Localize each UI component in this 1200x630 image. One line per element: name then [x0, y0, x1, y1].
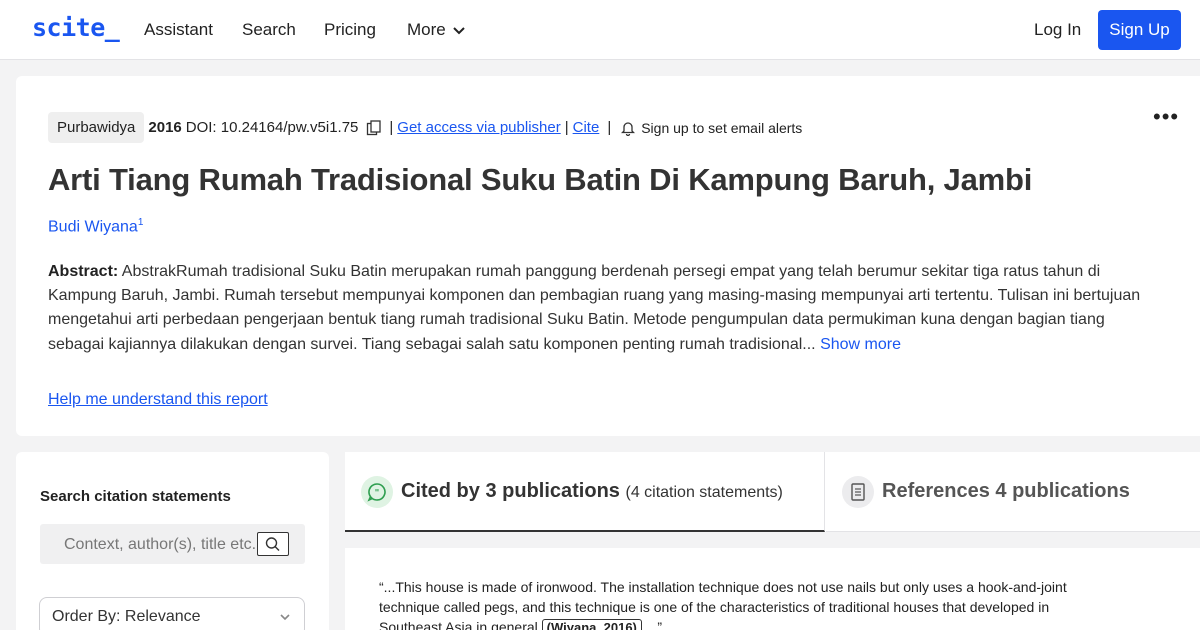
- reference-chip[interactable]: (Wiyana, 2016): [541, 619, 642, 630]
- separator: |: [564, 119, 569, 136]
- signup-button[interactable]: Sign Up: [1098, 10, 1181, 50]
- order-by-select[interactable]: Order By: Relevance: [39, 597, 305, 630]
- search-placeholder: Context, author(s), title etc.: [64, 536, 257, 553]
- author-name: Budi Wiyana: [48, 218, 138, 236]
- scite-logo[interactable]: scite_: [32, 13, 120, 42]
- separator: |: [607, 119, 612, 136]
- abstract: Abstract: AbstrakRumah tradisional Suku …: [48, 260, 1158, 357]
- paper-doi: DOI: 10.24164/pw.v5i1.75: [185, 119, 359, 136]
- copy-icon[interactable]: [366, 119, 382, 136]
- paper-title: Arti Tiang Rumah Tradisional Suku Batin …: [48, 162, 1033, 197]
- abstract-text: AbstrakRumah tradisional Suku Batin meru…: [48, 263, 1141, 353]
- tab-cited-label: Cited by 3 publications (4 citation stat…: [401, 480, 783, 503]
- top-nav: scite_ Assistant Search Pricing More Log…: [0, 0, 1200, 60]
- nav-search[interactable]: Search: [242, 20, 296, 40]
- login-link[interactable]: Log In: [1034, 20, 1081, 40]
- tab-references[interactable]: References 4 publications: [826, 452, 1200, 532]
- separator: |: [389, 119, 394, 136]
- search-button[interactable]: [257, 532, 289, 556]
- citation-tabs: " Cited by 3 publications (4 citation st…: [345, 452, 1200, 532]
- citation-search-panel: Search citation statements Context, auth…: [16, 452, 329, 630]
- citation-statement-card: “...This house is made of ironwood. The …: [345, 548, 1200, 630]
- cited-count: Cited by 3 publications: [401, 480, 620, 502]
- chevron-down-icon: [280, 614, 290, 621]
- cite-link[interactable]: Cite: [573, 119, 600, 136]
- access-publisher-link[interactable]: Get access via publisher: [397, 119, 560, 136]
- citation-quote: “...This house is made of ironwood. The …: [379, 577, 1099, 630]
- email-alerts-link[interactable]: Sign up to set email alerts: [641, 120, 802, 136]
- paper-meta: Purbawidya 2016 DOI: 10.24164/pw.v5i1.75…: [48, 112, 802, 143]
- citation-bubble-icon: ": [361, 476, 393, 508]
- bell-icon[interactable]: [621, 120, 636, 136]
- abstract-label: Abstract:: [48, 263, 119, 280]
- document-icon: [842, 476, 874, 508]
- nav-assistant[interactable]: Assistant: [144, 20, 213, 40]
- panel-title: Search citation statements: [40, 488, 231, 505]
- citation-statements-count: (4 citation statements): [625, 484, 783, 501]
- journal-badge[interactable]: Purbawidya: [48, 112, 145, 143]
- nav-pricing[interactable]: Pricing: [324, 20, 376, 40]
- tab-cited-by[interactable]: " Cited by 3 publications (4 citation st…: [345, 452, 825, 532]
- order-by-label: Order By: Relevance: [52, 608, 201, 625]
- nav-more[interactable]: More: [407, 20, 466, 40]
- quote-text-end: ...”: [641, 619, 663, 630]
- references-label: References 4 publications: [882, 480, 1130, 502]
- nav-more-label: More: [407, 20, 446, 39]
- citation-search-input[interactable]: Context, author(s), title etc.: [40, 524, 305, 564]
- svg-text:": ": [375, 489, 380, 499]
- chevron-down-icon: [453, 27, 465, 35]
- paper-year: 2016: [148, 119, 182, 136]
- quote-text-start: “...This house is made of ironwood. The …: [379, 579, 1067, 630]
- search-icon: [265, 537, 280, 551]
- more-options-icon[interactable]: •••: [1153, 104, 1179, 130]
- paper-card: Purbawidya 2016 DOI: 10.24164/pw.v5i1.75…: [16, 76, 1200, 436]
- author-affiliation: 1: [137, 217, 144, 228]
- author-link[interactable]: Budi Wiyana1: [48, 217, 143, 236]
- help-understand-link[interactable]: Help me understand this report: [48, 391, 268, 409]
- show-more-link[interactable]: Show more: [820, 336, 901, 353]
